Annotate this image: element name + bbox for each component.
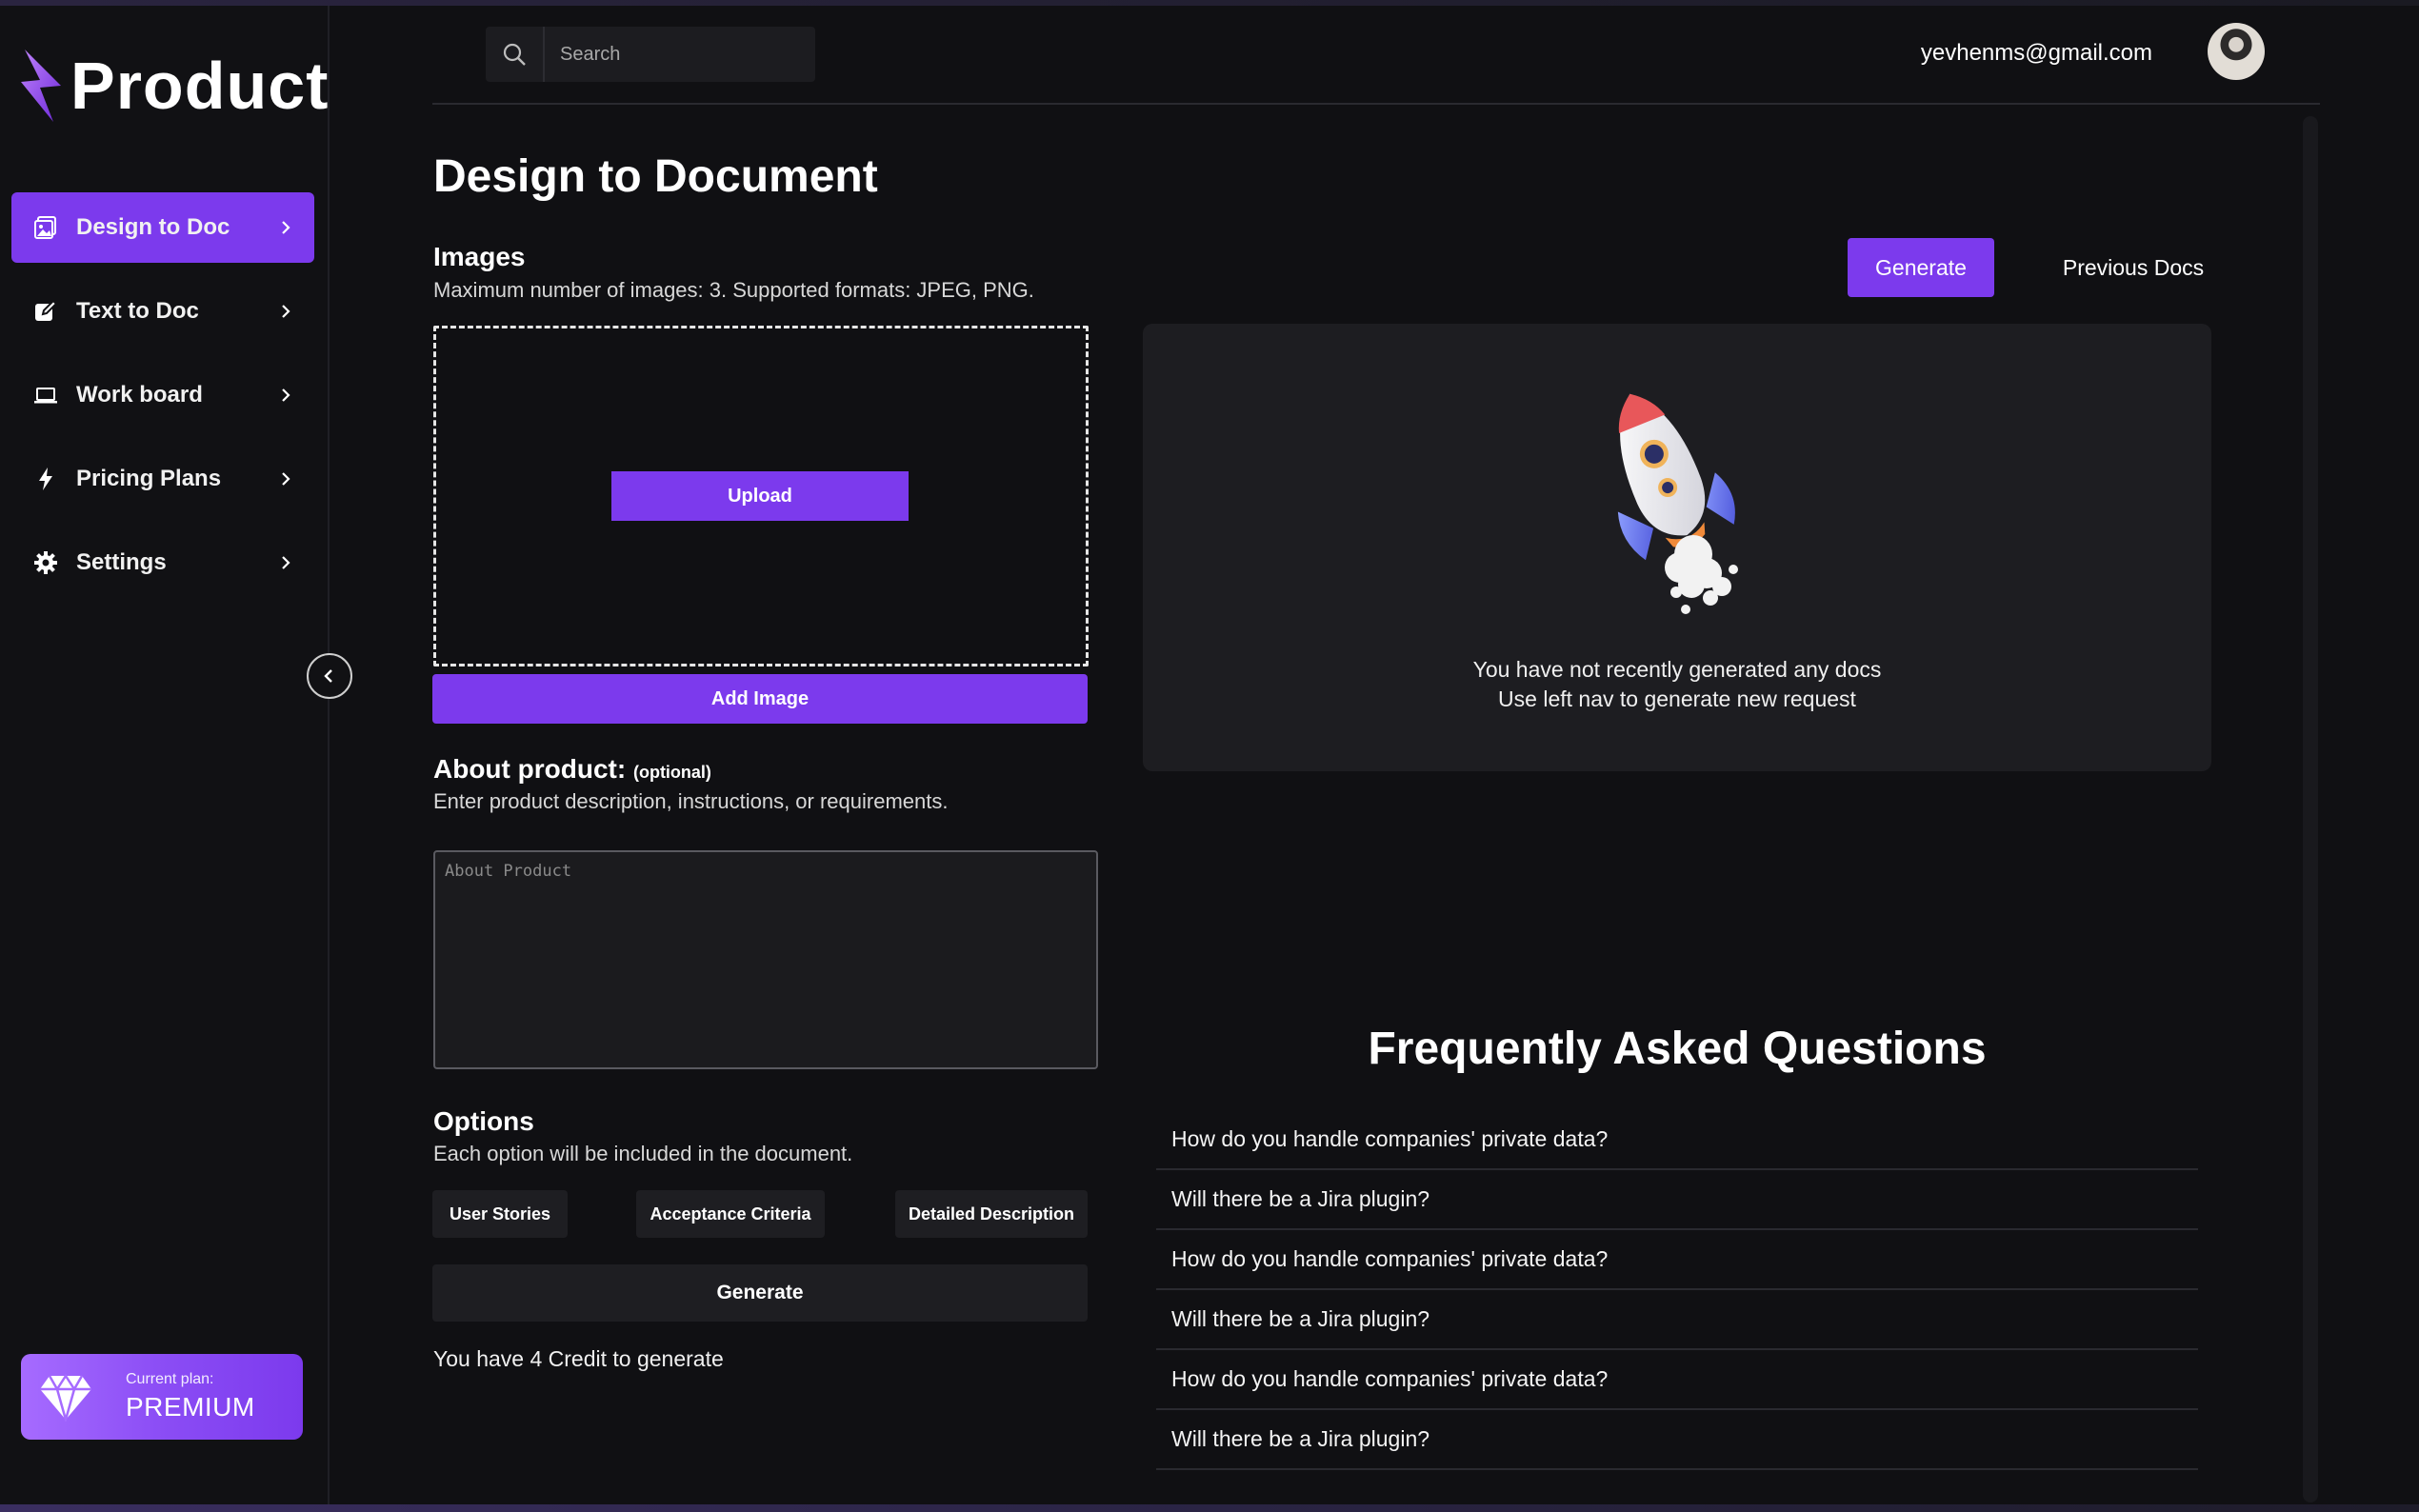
brand-logo[interactable]: Product <box>19 46 329 126</box>
empty-message-line2: Use left nav to generate new request <box>1498 686 1856 711</box>
avatar[interactable] <box>2208 23 2265 80</box>
user-email: yevhenms@gmail.com <box>1920 40 2152 66</box>
bolt-icon <box>32 466 59 492</box>
plan-caption: Current plan: <box>126 1371 214 1387</box>
faq-item[interactable]: How do you handle companies' private dat… <box>1156 1110 2198 1170</box>
sidebar-item-label: Settings <box>76 549 167 575</box>
chevron-right-icon <box>282 305 290 318</box>
about-title-text: About product: <box>433 754 627 784</box>
optional-tag: (optional) <box>632 763 711 782</box>
sidebar-item-label: Design to Doc <box>76 214 230 240</box>
diamond-icon <box>40 1373 91 1422</box>
options-section-subtitle: Each option will be included in the docu… <box>433 1142 853 1165</box>
options-section-title: Options <box>433 1106 534 1136</box>
sidebar-item-label: Work board <box>76 382 203 408</box>
option-detailed-description[interactable]: Detailed Description <box>895 1190 1088 1238</box>
chevron-right-icon <box>282 221 290 234</box>
sidebar-item-design-to-doc[interactable]: Design to Doc <box>11 192 314 263</box>
chevron-left-icon <box>324 669 332 683</box>
faq-item[interactable]: How do you handle companies' private dat… <box>1156 1230 2198 1290</box>
option-user-stories[interactable]: User Stories <box>432 1190 568 1238</box>
laptop-icon <box>32 382 59 408</box>
page-title: Design to Document <box>433 151 878 202</box>
current-plan-card[interactable]: Current plan: PREMIUM <box>21 1354 303 1440</box>
sidebar-item-work-board[interactable]: Work board <box>11 360 314 430</box>
window-bottom-bar <box>0 1504 2419 1512</box>
gear-icon <box>32 549 59 576</box>
logo-bolt-icon <box>21 50 61 122</box>
faq-item[interactable]: How do you handle companies' private dat… <box>1156 1350 2198 1410</box>
sidebar-item-pricing-plans[interactable]: Pricing Plans <box>11 444 314 514</box>
option-acceptance-criteria[interactable]: Acceptance Criteria <box>636 1190 825 1238</box>
search-bar <box>486 27 815 82</box>
chevron-right-icon <box>282 472 290 486</box>
about-section-title: About product: (optional) <box>433 754 711 785</box>
empty-message-line1: You have not recently generated any docs <box>1472 657 1882 682</box>
plan-name: PREMIUM <box>126 1392 255 1422</box>
faq-title: Frequently Asked Questions <box>1368 1024 1987 1074</box>
upload-button[interactable]: Upload <box>611 471 909 521</box>
image-doc-icon <box>32 214 59 241</box>
header-divider <box>432 103 2320 105</box>
faq-item[interactable]: Will there be a Jira plugin? <box>1156 1170 2198 1230</box>
search-input[interactable] <box>545 43 802 66</box>
brand-name: Product <box>70 49 330 123</box>
collapse-sidebar-button[interactable] <box>307 653 352 699</box>
sidebar-item-settings[interactable]: Settings <box>11 527 314 598</box>
faq-list: How do you handle companies' private dat… <box>1156 1110 2198 1470</box>
edit-icon <box>32 298 59 325</box>
faq-item[interactable]: Will there be a Jira plugin? <box>1156 1410 2198 1470</box>
images-section-subtitle: Maximum number of images: 3. Supported f… <box>433 278 1034 302</box>
search-icon[interactable] <box>486 27 545 82</box>
about-product-textarea[interactable] <box>433 850 1098 1069</box>
about-section-subtitle: Enter product description, instructions,… <box>433 789 949 813</box>
sidebar-item-label: Text to Doc <box>76 298 199 324</box>
credits-text: You have 4 Credit to generate <box>433 1346 724 1371</box>
chevron-right-icon <box>282 388 290 402</box>
chevron-right-icon <box>282 556 290 569</box>
add-image-button[interactable]: Add Image <box>432 674 1088 724</box>
generate-button[interactable]: Generate <box>432 1264 1088 1322</box>
sidebar-item-label: Pricing Plans <box>76 466 222 491</box>
sidebar: Product Design to Doc Text to Doc Work b… <box>0 6 330 1504</box>
sidebar-item-text-to-doc[interactable]: Text to Doc <box>11 276 314 347</box>
faq-item[interactable]: Will there be a Jira plugin? <box>1156 1290 2198 1350</box>
window-top-bar <box>0 0 2419 6</box>
previous-docs-button[interactable]: Previous Docs <box>2038 238 2229 297</box>
scrollbar[interactable] <box>2303 116 2318 1502</box>
images-section-title: Images <box>433 242 526 271</box>
rocket-illustration-icon <box>1617 393 1738 614</box>
generate-top-button[interactable]: Generate <box>1848 238 1994 297</box>
sidebar-nav: Design to Doc Text to Doc Work board Pri… <box>11 192 314 611</box>
